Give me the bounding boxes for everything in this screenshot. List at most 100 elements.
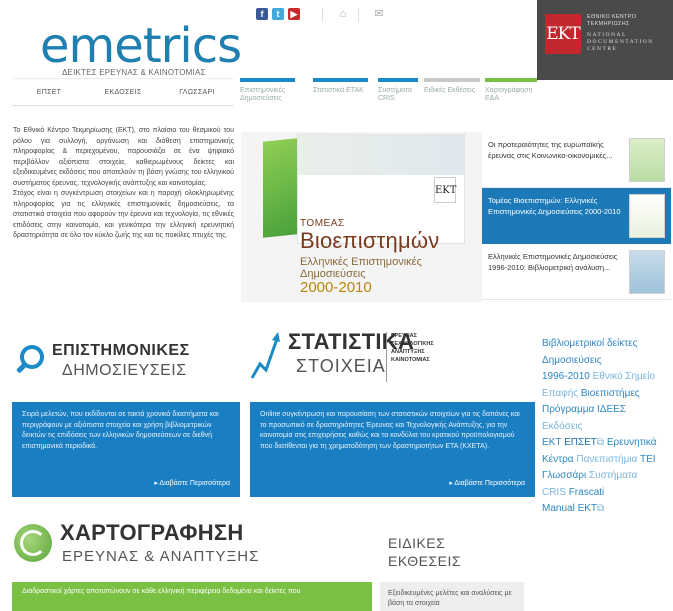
intro-text: Το Εθνικό Κέντρο Τεκμηρίωσης (ΕΚΤ), στο … [13, 126, 234, 242]
mapping-card-text: Διαδραστικοί χάρτες αποτυπώνουν σε κάθε … [22, 588, 301, 595]
category-nav: Επιστημονικές Δημοσιεύσεις Στατιστικά ΕΤ… [240, 78, 537, 118]
category-publications[interactable]: Επιστημονικές Δημοσιεύσεις [240, 78, 295, 118]
slider-item-text: Τομέας Βιοεπιστημών: Ελληνικές Επιστημον… [488, 196, 621, 216]
mapping-globe-icon [14, 524, 52, 562]
publications-title[interactable]: ΕΠΙΣΤΗΜΟΝΙΚΕΣ [52, 342, 190, 360]
logo-subtitle: ΔΕΙΚΤΕΣ ΕΡΕΥΝΑΣ & ΚΑΙΝΟΤΟΜΙΑΣ [62, 68, 206, 77]
external-link-icon: ⧉ [597, 503, 605, 514]
category-bar [378, 78, 418, 82]
slider-item[interactable]: Οι προτεραιότητες της ευρωπαϊκής έρευνας… [482, 132, 671, 188]
tagline-line: ΑΝΑΠΤΥΞΗΣ [391, 349, 425, 355]
tagline-line: ΤΕΧΝΟΛΟΓΙΚΗΣ [391, 341, 434, 347]
tag-link[interactable]: CRIS [542, 487, 566, 498]
tag-link[interactable]: ΕΠΣΕΤ [564, 437, 597, 448]
tag-link[interactable]: Βιβλιομετρικοί δείκτες [542, 338, 637, 349]
category-bar [424, 78, 480, 82]
tag-link[interactable]: Πρόγραμμα ΙΔΕΕΣ [542, 404, 626, 415]
tag-link[interactable]: Εθνικό Σημείο [593, 371, 655, 382]
book-spine [263, 138, 297, 238]
category-label: Στατιστικά ΕΤΑΚ [313, 87, 364, 94]
tag-link[interactable]: Frascati [569, 487, 605, 498]
slider-item[interactable]: Ελληνικές Επιστημονικές Δημοσιεύσεις 199… [482, 244, 671, 300]
metrics-logo[interactable]: emetrics ΔΕΙΚΤΕΣ ΕΡΕΥΝΑΣ & ΚΑΙΝΟΤΟΜΙΑΣ [40, 20, 242, 80]
intro-paragraph: Το Εθνικό Κέντρο Τεκμηρίωσης (ΕΚΤ), στο … [13, 127, 234, 187]
tag-link[interactable]: ΕΚΤ [542, 437, 561, 448]
mail-icon[interactable]: ✉ [372, 8, 386, 20]
reports-subtitle[interactable]: ΕΚΘΕΣΕΙΣ [388, 553, 461, 569]
feature-title: Βιοεπιστημών [300, 228, 440, 253]
trend-chart-icon [250, 332, 280, 379]
publications-card-text: Σειρά μελετών, που εκδίδονται σε τακτά χ… [22, 411, 219, 450]
statistics-card: Online συγκέντρωση και παρουσίαση των στ… [250, 402, 535, 497]
ekt-name-english: NATIONAL DOCUMENTATION CENTRE [587, 32, 654, 52]
tag-link[interactable]: 1996-2010 [542, 371, 590, 382]
tag-link[interactable]: Κέντρα [542, 454, 574, 465]
slider-thumbnail [629, 194, 665, 238]
slider-list: Οι προτεραιότητες της ευρωπαϊκής έρευνας… [482, 132, 671, 300]
home-icon[interactable]: ⌂ [336, 8, 350, 20]
statistics-card-text: Online συγκέντρωση και παρουσίαση των στ… [260, 411, 520, 450]
tag-link[interactable]: Βιοεπιστήμες [581, 388, 640, 399]
publications-card: Σειρά μελετών, που εκδίδονται σε τακτά χ… [12, 402, 240, 497]
logo-wordmark: emetrics [40, 22, 242, 70]
ekt-name-greek: ΕΘΝΙΚΟ ΚΕΝΤΡΟ ΤΕΚΜΗΡΙΩΣΗΣ [587, 14, 637, 27]
mapping-arrow-icon [20, 530, 46, 556]
logo-text: metrics [68, 18, 243, 74]
statistics-read-more-link[interactable]: ▸ Διαβάστε Περισσότερα [449, 479, 525, 490]
slider-item-text: Οι προτεραιότητες της ευρωπαϊκής έρευνας… [488, 140, 613, 160]
tag-link[interactable]: Εκδόσεις [542, 421, 582, 432]
slider-thumbnail [629, 250, 665, 294]
ekt-logo-block[interactable]: EKT ΕΘΝΙΚΟ ΚΕΝΤΡΟ ΤΕΚΜΗΡΙΩΣΗΣ NATIONAL D… [537, 0, 673, 80]
intro-paragraph: Στόχος είναι η συγκέντρωση στοιχείων και… [13, 190, 234, 239]
mapping-card: Διαδραστικοί χάρτες αποτυπώνουν σε κάθε … [12, 582, 372, 611]
magnifier-icon [15, 345, 48, 375]
twitter-icon[interactable]: t [272, 8, 284, 20]
tag-link[interactable]: ΕΚΤ [578, 503, 597, 514]
header-divider [322, 8, 323, 22]
nav-glossary[interactable]: ΓΛΩΣΣΑΡΙ [160, 79, 234, 105]
category-bar [313, 78, 368, 82]
reports-card-text: Εξειδικευμένες μελέτες και αναλύσεις με … [388, 590, 512, 607]
feature-subtitle: Ελληνικές Επιστημονικές Δημοσιεύσεις [300, 256, 422, 280]
featured-publication[interactable]: EKT ΤΟΜΕΑΣ Βιοεπιστημών Ελληνικές Επιστη… [241, 132, 482, 302]
tag-link[interactable]: ΤΕΙ [640, 454, 656, 465]
category-label: Ειδικές Εκθέσεις [424, 87, 476, 94]
social-links: f t ▶ [256, 8, 300, 20]
tag-link[interactable]: Ερευνητικά [607, 437, 657, 448]
slider-thumbnail [629, 138, 665, 182]
mapping-title[interactable]: ΧΑΡΤΟΓΡΑΦΗΣΗ [60, 520, 244, 546]
tag-link[interactable]: Δημοσιεύσεις [542, 355, 602, 366]
category-label: Χαρτογράφηση Ε&Α [485, 87, 533, 102]
tag-link[interactable]: Επαφής [542, 388, 578, 399]
nav-publications[interactable]: ΕΚΔΟΣΕΙΣ [86, 79, 160, 105]
statistics-tagline: ΕΡΕΥΝΑΣ ΤΕΧΝΟΛΟΓΙΚΗΣ ΑΝΑΠΤΥΞΗΣ ΚΑΙΝΟΤΟΜΙ… [386, 332, 438, 382]
statistics-subtitle[interactable]: ΣΤΟΙΧΕΙΑ [296, 356, 386, 377]
tag-cloud: Βιβλιομετρικοί δείκτες Δημοσιεύσεις 1996… [542, 336, 673, 518]
mapping-subtitle[interactable]: ΕΡΕΥΝΑΣ & ΑΝΑΠΤΥΞΗΣ [62, 548, 259, 565]
cover-ekt-logo: EKT [434, 177, 456, 203]
logo-e-mark: e [40, 18, 70, 74]
category-bar [240, 78, 295, 82]
nav-epset[interactable]: ΕΠΣΕΤ [12, 79, 86, 105]
slider-item-active[interactable]: Τομέας Βιοεπιστημών: Ελληνικές Επιστημον… [482, 188, 671, 244]
tag-link[interactable]: Γλωσσάρι [542, 470, 586, 481]
facebook-icon[interactable]: f [256, 8, 268, 20]
tag-link[interactable]: Manual [542, 503, 575, 514]
header-divider [358, 8, 359, 22]
feature-years: 2000-2010 [300, 279, 372, 296]
reports-title[interactable]: ΕΙΔΙΚΕΣ [388, 535, 445, 551]
tag-link[interactable]: Συστήματα [589, 470, 637, 481]
category-mapping[interactable]: Χαρτογράφηση Ε&Α [485, 78, 537, 118]
category-statistics[interactable]: Στατιστικά ΕΤΑΚ [313, 78, 368, 118]
tag-link[interactable]: Πανεπιστήμια [576, 454, 637, 465]
category-reports[interactable]: Ειδικές Εκθέσεις [424, 78, 480, 118]
publications-subtitle[interactable]: ΔΗΜΟΣΙΕΥΣΕΙΣ [62, 362, 187, 380]
category-cris[interactable]: Συστήματα CRIS [378, 78, 418, 118]
publications-read-more-link[interactable]: ▸ Διαβάστε Περισσότερα [154, 479, 230, 490]
ekt-logo-mark: EKT [545, 14, 581, 54]
category-bar [485, 78, 537, 82]
youtube-icon[interactable]: ▶ [288, 8, 300, 20]
reports-card: Εξειδικευμένες μελέτες και αναλύσεις με … [380, 582, 524, 611]
cover-image [298, 135, 464, 175]
slider-item-text: Ελληνικές Επιστημονικές Δημοσιεύσεις 199… [488, 252, 618, 272]
